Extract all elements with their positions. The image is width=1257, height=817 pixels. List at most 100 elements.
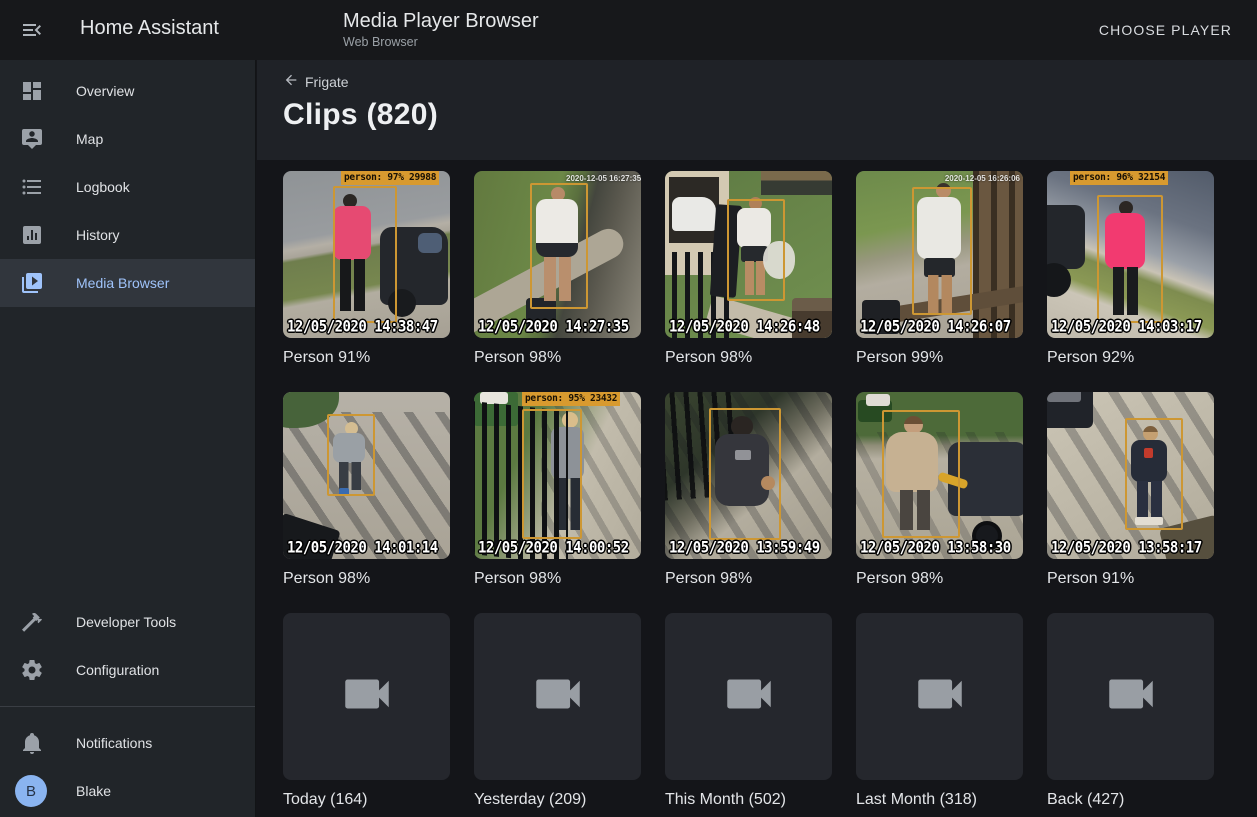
stroller-seat-shape: [418, 233, 442, 253]
clip-tile[interactable]: person: 95% 23432 12/05/2020 14:00:52 Pe…: [474, 392, 641, 589]
shoes-shape: [866, 394, 890, 406]
sidebar-item-notifications[interactable]: Notifications: [0, 719, 255, 767]
clip-thumbnail: person: 96% 32154 12/05/2020 14:03:17: [1047, 171, 1214, 338]
view-dashboard-icon: [20, 79, 44, 103]
sidebar-item-label: History: [76, 227, 120, 243]
clip-timestamp: 12/05/2020 13:58:17: [1051, 539, 1202, 557]
sidebar-main-nav: Overview Map Logbook History Media Brows…: [0, 60, 255, 307]
sidebar-item-label: Configuration: [76, 662, 159, 678]
detection-bounding-box: [522, 409, 582, 539]
bell-icon: [20, 731, 44, 755]
detection-bounding-box: [882, 410, 960, 538]
hammer-icon: [20, 610, 44, 634]
folder-thumbnail: [856, 613, 1023, 780]
user-name: Blake: [76, 783, 111, 799]
stroller-shape: [1047, 205, 1085, 269]
folder-label: Yesterday (209): [474, 789, 641, 810]
panel-subtitle: Web Browser: [343, 35, 539, 49]
clip-label: Person 98%: [856, 568, 1023, 589]
sidebar-item-label: Map: [76, 131, 103, 147]
page-title: Clips (820): [283, 98, 438, 132]
sidebar-item-media-browser[interactable]: Media Browser: [0, 259, 255, 307]
clip-tile[interactable]: 12/05/2020 13:58:30 Person 98%: [856, 392, 1023, 589]
folder-label: Today (164): [283, 789, 450, 810]
clip-thumbnail: person: 97% 29988 12/05/2020 14:38:47: [283, 171, 450, 338]
clip-tile[interactable]: 2020-12-05 16:26:06 12/05/2020 14:26:07 …: [856, 171, 1023, 368]
dark-object-top-shape: [1047, 392, 1081, 402]
clip-label: Person 98%: [474, 347, 641, 368]
folder-tile-today[interactable]: Today (164): [283, 613, 450, 810]
folder-tile-yesterday[interactable]: Yesterday (209): [474, 613, 641, 810]
clip-thumbnail: 12/05/2020 14:01:14: [283, 392, 450, 559]
sidebar-item-history[interactable]: History: [0, 211, 255, 259]
video-camera-icon: [529, 665, 587, 728]
sidebar-item-overview[interactable]: Overview: [0, 67, 255, 115]
sidebar-item-configuration[interactable]: Configuration: [0, 646, 255, 694]
clip-timestamp: 12/05/2020 13:58:30: [860, 539, 1011, 557]
clip-thumbnail: 12/05/2020 13:58:30: [856, 392, 1023, 559]
sidebar-toggle-button[interactable]: [10, 8, 54, 52]
list-bulleted-icon: [20, 175, 44, 199]
clip-label: Person 91%: [283, 347, 450, 368]
porch-railing-shape: [973, 171, 1023, 338]
folder-tile-this-month[interactable]: This Month (502): [665, 613, 832, 810]
detection-bounding-box: [327, 414, 375, 496]
clip-timestamp: 12/05/2020 14:26:48: [669, 318, 820, 336]
clip-tile[interactable]: 12/05/2020 13:59:49 Person 98%: [665, 392, 832, 589]
clip-tile[interactable]: person: 97% 29988 12/05/2020 14:38:47 Pe…: [283, 171, 450, 368]
clips-grid-area: person: 97% 29988 12/05/2020 14:38:47 Pe…: [257, 160, 1257, 817]
detection-bounding-box: [727, 199, 785, 301]
clip-label: Person 98%: [474, 568, 641, 589]
sidebar-item-logbook[interactable]: Logbook: [0, 163, 255, 211]
clip-thumbnail: 12/05/2020 13:59:49: [665, 392, 832, 559]
breadcrumb-label: Frigate: [305, 74, 349, 90]
clip-tile[interactable]: 12/05/2020 14:01:14 Person 98%: [283, 392, 450, 589]
sidebar-item-label: Overview: [76, 83, 134, 99]
folder-thumbnail: [1047, 613, 1214, 780]
detection-bounding-box: [333, 186, 397, 323]
choose-player-button[interactable]: CHOOSE PLAYER: [1091, 14, 1240, 46]
chart-box-icon: [20, 223, 44, 247]
detection-chip: person: 97% 29988: [341, 171, 439, 185]
folder-thumbnail: [283, 613, 450, 780]
detection-chip: person: 95% 23432: [522, 392, 620, 406]
folder-thumbnail: [665, 613, 832, 780]
sidebar-spacer: [0, 307, 255, 598]
clip-tile[interactable]: 12/05/2020 14:26:48 Person 98%: [665, 171, 832, 368]
clip-tile[interactable]: person: 96% 32154 12/05/2020 14:03:17 Pe…: [1047, 171, 1214, 368]
back-fence-shape: [761, 171, 832, 195]
sidebar-item-label: Media Browser: [76, 275, 169, 291]
panel-header: Media Player Browser Web Browser: [343, 9, 539, 49]
breadcrumb-back[interactable]: Frigate: [283, 72, 349, 91]
map-account-icon: [20, 127, 44, 151]
sidebar-item-map[interactable]: Map: [0, 115, 255, 163]
clip-thumbnail: 12/05/2020 13:58:17: [1047, 392, 1214, 559]
sidebar-item-developer-tools[interactable]: Developer Tools: [0, 598, 255, 646]
detection-chip: person: 96% 32154: [1070, 171, 1168, 185]
sidebar-item-label: Notifications: [76, 735, 152, 751]
clip-timestamp: 12/05/2020 14:00:52: [478, 539, 629, 557]
folder-label: Last Month (318): [856, 789, 1023, 810]
panel-title: Media Player Browser: [343, 9, 539, 33]
video-camera-icon: [911, 665, 969, 728]
folder-tile-last-month[interactable]: Last Month (318): [856, 613, 1023, 810]
sidebar-item-label: Developer Tools: [76, 614, 176, 630]
clip-label: Person 99%: [856, 347, 1023, 368]
sidebar-item-profile[interactable]: B Blake: [0, 767, 255, 815]
video-camera-icon: [1102, 665, 1160, 728]
folder-tile-back[interactable]: Back (427): [1047, 613, 1214, 810]
detection-bounding-box: [1097, 195, 1163, 323]
clip-thumbnail: 12/05/2020 14:26:48: [665, 171, 832, 338]
clip-label: Person 92%: [1047, 347, 1214, 368]
clip-label: Person 98%: [665, 347, 832, 368]
video-camera-icon: [720, 665, 778, 728]
media-browser-header: Frigate Clips (820): [257, 60, 1257, 160]
clip-timestamp: 12/05/2020 14:27:35: [478, 318, 629, 336]
arrow-left-icon: [283, 72, 299, 91]
camera-osd-timestamp: 2020-12-05 16:26:06: [945, 174, 1020, 183]
clip-thumbnail: 2020-12-05 16:27:35 12/05/2020 14:27:35: [474, 171, 641, 338]
clip-label: Person 98%: [283, 568, 450, 589]
clip-tile[interactable]: 2020-12-05 16:27:35 12/05/2020 14:27:35 …: [474, 171, 641, 368]
clip-timestamp: 12/05/2020 13:59:49: [669, 539, 820, 557]
clip-tile[interactable]: 12/05/2020 13:58:17 Person 91%: [1047, 392, 1214, 589]
